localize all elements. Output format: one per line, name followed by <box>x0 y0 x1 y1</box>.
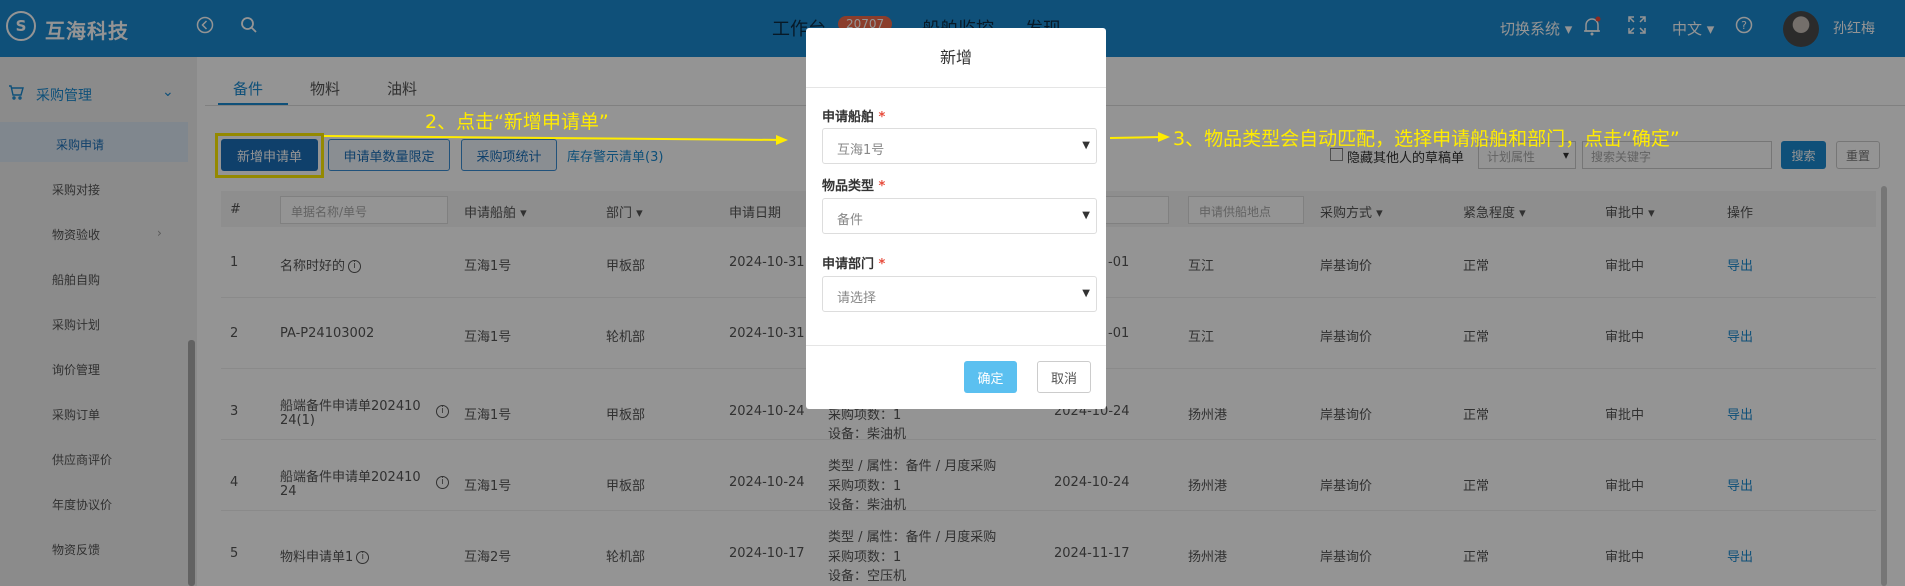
dialog-title: 新增 <box>939 48 972 67</box>
item-type-select[interactable]: 备件 ▼ <box>822 198 1097 234</box>
dept-field-label-text: 申请部门 <box>822 257 875 272</box>
dialog-footer-divider <box>806 345 1106 346</box>
confirm-button[interactable]: 确定 <box>964 361 1017 393</box>
ship-field-label-text: 申请船舶 <box>822 110 875 125</box>
step2-arrow-icon <box>324 135 788 145</box>
cancel-button[interactable]: 取消 <box>1037 361 1091 393</box>
required-mark: * <box>878 110 886 125</box>
step3-annotation: 3、物品类型会自动匹配，选择申请船舶和部门，点击“确定” <box>1173 128 1680 150</box>
type-field-label-text: 物品类型 <box>822 179 875 194</box>
type-field-label: 物品类型 * <box>822 175 885 194</box>
ship-field-label: 申请船舶 * <box>822 106 885 125</box>
required-mark: * <box>878 257 886 272</box>
dept-field-label: 申请部门 * <box>822 253 885 272</box>
chevron-down-icon: ▼ <box>1082 210 1090 221</box>
new-request-dialog: 新增 申请船舶 * 互海1号 ▼ 物品类型 * 备件 ▼ 申请部门 * 请选择 ▼ 确… <box>806 28 1106 409</box>
dept-select[interactable]: 请选择 ▼ <box>822 276 1097 312</box>
dialog-header-divider <box>806 87 1106 88</box>
chevron-down-icon: ▼ <box>1082 288 1090 299</box>
ship-select[interactable]: 互海1号 ▼ <box>822 128 1097 164</box>
item-type-select-value: 备件 <box>837 213 864 228</box>
required-mark: * <box>878 179 886 194</box>
dept-select-placeholder: 请选择 <box>837 291 877 306</box>
step3-arrow-icon <box>1110 132 1170 142</box>
chevron-down-icon: ▼ <box>1082 140 1090 151</box>
ship-select-value: 互海1号 <box>837 143 885 158</box>
